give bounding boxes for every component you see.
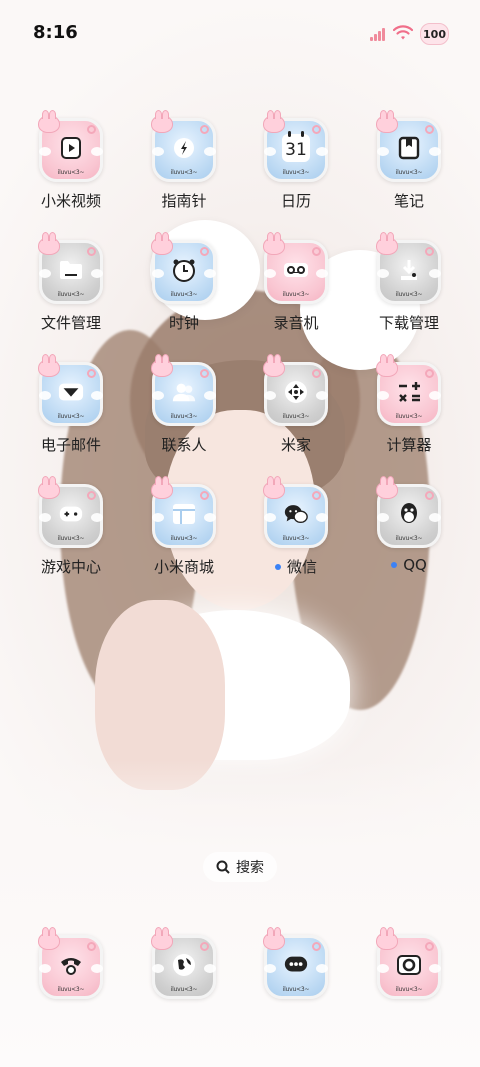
app-label: 米家	[280, 436, 311, 454]
download-icon	[396, 257, 422, 283]
play-icon	[58, 135, 84, 161]
folder-icon	[58, 257, 84, 283]
app-contacts[interactable]: iluvu<3~ 联系人	[136, 354, 232, 455]
app-email[interactable]: iluvu<3~ 电子邮件	[23, 354, 119, 455]
calculator-icon	[396, 379, 422, 405]
app-label: 下载管理	[378, 314, 439, 332]
cellular-signal-icon	[370, 27, 387, 41]
app-icon[interactable]: iluvu<3~	[376, 232, 441, 304]
store-icon	[171, 501, 197, 527]
app-label: 日历	[280, 192, 311, 210]
qq-icon	[396, 501, 422, 527]
app-label: 游戏中心	[40, 558, 101, 576]
app-icon[interactable]: iluvu<3~	[151, 232, 216, 304]
app-label: QQ	[361, 556, 457, 574]
app-label: 指南针	[161, 192, 207, 210]
app-game-center[interactable]: iluvu<3~ 游戏中心	[23, 476, 119, 577]
app-mi-store[interactable]: iluvu<3~ 小米商城	[136, 476, 232, 577]
browser-icon	[171, 952, 197, 978]
calendar-icon: 31	[281, 131, 311, 163]
app-icon[interactable]: iluvu<3~	[38, 476, 103, 548]
app-label: 小米商城	[153, 558, 214, 576]
app-download-manager[interactable]: iluvu<3~ 下载管理	[361, 232, 457, 333]
app-icon[interactable]: iluvu<3~	[151, 354, 216, 426]
app-label: 微信	[248, 556, 344, 577]
dock-messages[interactable]: iluvu<3~	[248, 927, 344, 999]
app-icon[interactable]: iluvu<3~	[151, 927, 216, 999]
app-icon[interactable]: 31 iluvu<3~	[263, 110, 328, 182]
wechat-icon	[283, 501, 309, 527]
mail-icon	[58, 379, 84, 405]
app-label: 联系人	[161, 436, 207, 454]
app-file-manager[interactable]: iluvu<3~ 文件管理	[23, 232, 119, 333]
notification-dot	[391, 562, 398, 568]
app-qq[interactable]: iluvu<3~ QQ	[361, 476, 457, 574]
compass-icon	[171, 135, 197, 161]
app-label: 录音机	[273, 314, 319, 332]
app-calendar[interactable]: 31 iluvu<3~ 日历	[248, 110, 344, 211]
app-recorder[interactable]: iluvu<3~ 录音机	[248, 232, 344, 333]
dock-browser[interactable]: iluvu<3~	[136, 927, 232, 999]
search-label: 搜索	[236, 860, 264, 876]
app-label: 文件管理	[40, 314, 101, 332]
app-label: 计算器	[386, 436, 432, 454]
app-icon[interactable]: iluvu<3~	[376, 476, 441, 548]
dock-phone[interactable]: iluvu<3~	[23, 927, 119, 999]
app-notes[interactable]: iluvu<3~ 笔记	[361, 110, 457, 211]
app-icon[interactable]: iluvu<3~	[38, 927, 103, 999]
wifi-icon	[393, 25, 413, 40]
gamepad-icon	[58, 501, 84, 527]
messages-icon	[283, 952, 309, 978]
notes-icon	[396, 135, 422, 161]
calendar-day: 31	[285, 140, 307, 160]
battery-indicator: 100	[420, 23, 449, 45]
app-label: 时钟	[168, 314, 199, 332]
status-time: 8:16	[33, 22, 78, 43]
app-wechat[interactable]: iluvu<3~ 微信	[248, 476, 344, 577]
contacts-icon	[171, 379, 197, 405]
app-icon[interactable]: iluvu<3~	[376, 354, 441, 426]
search-icon	[216, 860, 230, 874]
app-icon[interactable]: iluvu<3~	[263, 354, 328, 426]
app-clock[interactable]: iluvu<3~ 时钟	[136, 232, 232, 333]
app-mi-home[interactable]: iluvu<3~ 米家	[248, 354, 344, 455]
app-icon[interactable]: iluvu<3~	[263, 476, 328, 548]
dock-camera[interactable]: iluvu<3~	[361, 927, 457, 999]
app-compass[interactable]: iluvu<3~ 指南针	[136, 110, 232, 211]
battery-level: 100	[423, 27, 446, 41]
app-icon[interactable]: iluvu<3~	[38, 232, 103, 304]
app-calculator[interactable]: iluvu<3~ 计算器	[361, 354, 457, 455]
app-mi-video[interactable]: iluvu<3~ 小米视频	[23, 110, 119, 211]
app-icon[interactable]: iluvu<3~	[38, 354, 103, 426]
app-label: 电子邮件	[40, 436, 101, 454]
app-label: 笔记	[393, 192, 424, 210]
app-icon[interactable]: iluvu<3~	[376, 927, 441, 999]
search-button[interactable]: 搜索	[203, 852, 277, 882]
phone-icon	[58, 952, 84, 978]
app-icon[interactable]: iluvu<3~	[263, 232, 328, 304]
camera-icon	[396, 952, 422, 978]
app-label: 小米视频	[40, 192, 101, 210]
app-icon[interactable]: iluvu<3~	[263, 927, 328, 999]
recorder-icon	[283, 257, 309, 283]
app-icon[interactable]: iluvu<3~	[151, 476, 216, 548]
app-icon[interactable]: iluvu<3~	[376, 110, 441, 182]
smart-home-icon	[283, 379, 309, 405]
app-icon[interactable]: iluvu<3~	[38, 110, 103, 182]
status-bar: 8:16 100	[0, 0, 480, 60]
notification-dot	[274, 563, 281, 570]
clock-icon	[171, 257, 197, 283]
app-icon[interactable]: iluvu<3~	[151, 110, 216, 182]
